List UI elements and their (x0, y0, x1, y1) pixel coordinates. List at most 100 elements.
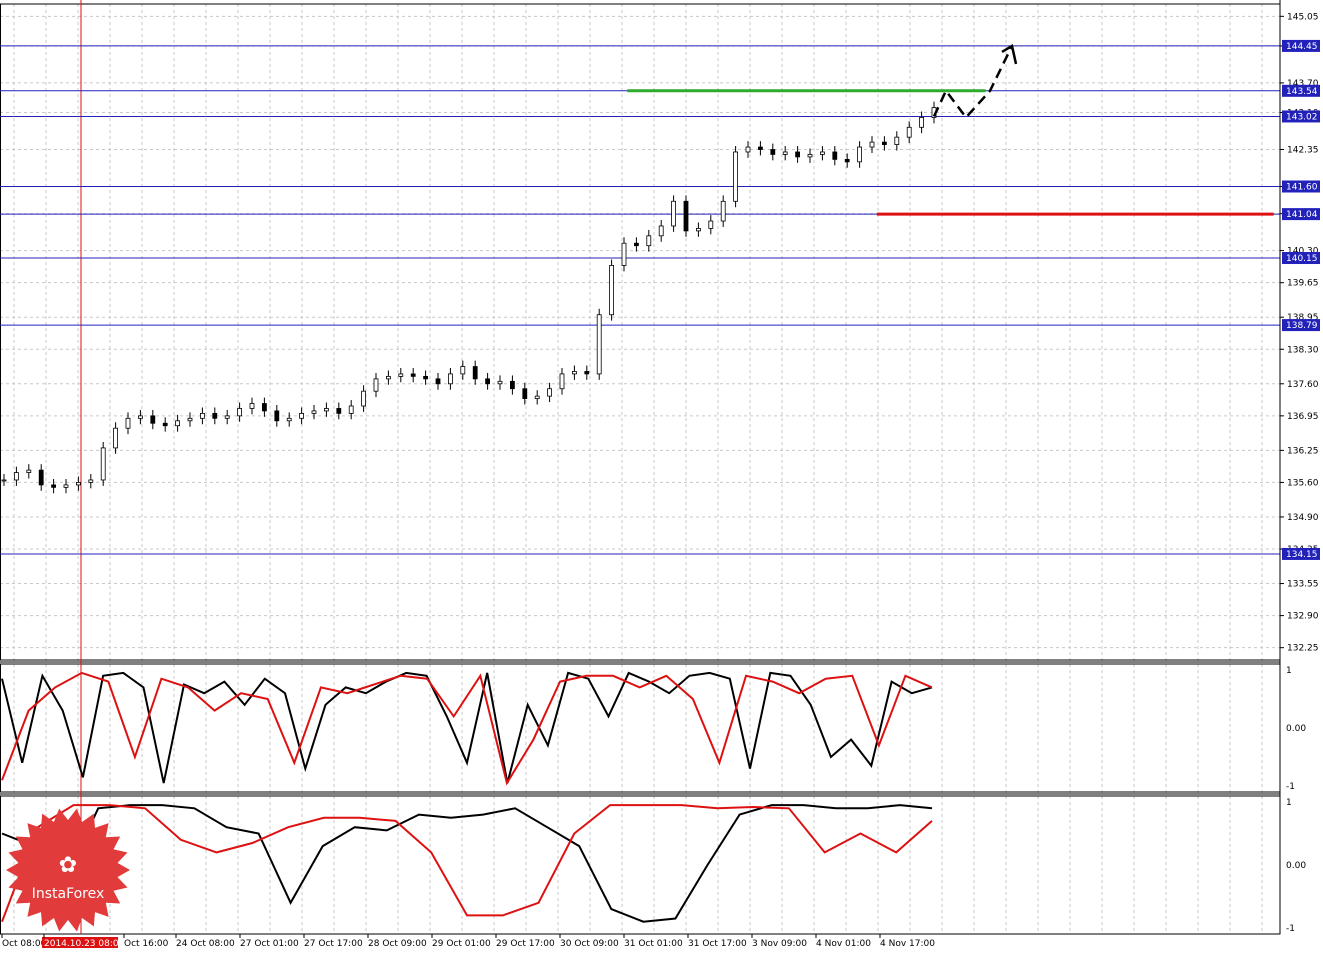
oscillator-tick: 0.00 (1286, 724, 1306, 734)
candle-body (894, 136, 900, 145)
oscillator-tick: -1 (1286, 924, 1295, 934)
candle-body (249, 403, 255, 409)
candle-body (857, 146, 862, 163)
forex-chart: 10.00-1 10.00-1 145.05144.45143.70143.10… (0, 0, 1323, 952)
candle-body (708, 220, 714, 229)
candle-body (522, 388, 528, 399)
candle-body (187, 417, 193, 422)
candle-body (795, 151, 800, 158)
candle-body (361, 390, 367, 407)
time-label: 28 Oct 09:00 (368, 939, 427, 949)
candle-body (720, 200, 726, 222)
time-label: 31 Oct 17:00 (688, 939, 747, 949)
candle-body (621, 242, 627, 266)
candle-body (906, 126, 912, 138)
price-tick-label: 142.35 (1287, 146, 1319, 156)
time-label: 27 Oct 01:00 (240, 939, 299, 949)
candle-body (447, 373, 453, 385)
candle-body (609, 265, 614, 316)
time-label: 2014.10.23 08:00 (44, 939, 125, 949)
level-price-label: 138.79 (1286, 321, 1318, 331)
candle-body (559, 373, 565, 390)
candle-body (584, 371, 590, 375)
price-tick-label: 132.90 (1287, 612, 1319, 622)
candle-body (745, 146, 751, 153)
candle-body (224, 415, 230, 419)
logo-glyph-icon: ✿ (59, 853, 77, 878)
candle-body (348, 405, 354, 414)
level-price-label: 141.04 (1286, 210, 1318, 220)
candle-body (373, 378, 379, 392)
candle-body (76, 482, 81, 486)
candle-body (199, 412, 205, 419)
time-label: 4 Nov 01:00 (816, 939, 871, 949)
candle-body (807, 154, 813, 158)
candle-body (336, 408, 342, 414)
level-price-label: 141.60 (1286, 182, 1318, 192)
candle-body (435, 378, 441, 385)
candle-body (88, 479, 94, 483)
candle-body (733, 151, 738, 202)
candle-body (237, 408, 243, 417)
candle-body (547, 388, 552, 397)
candle-body (782, 151, 788, 155)
candle-body (286, 417, 292, 422)
oscillator-tick: 0.00 (1286, 861, 1306, 871)
time-label: Oct 08:00 (2, 939, 47, 949)
candle-body (869, 141, 875, 148)
time-label: 24 Oct 08:00 (176, 939, 235, 949)
oscillator-tick: -1 (1286, 782, 1295, 792)
candle-body (596, 314, 602, 375)
candle-body (844, 158, 850, 163)
candle-body (919, 117, 924, 128)
price-tick-label: 132.25 (1287, 644, 1319, 654)
price-tick-label: 137.60 (1287, 380, 1319, 390)
price-tick-label: 134.90 (1287, 513, 1319, 523)
candle-body (137, 415, 143, 419)
level-price-label: 134.15 (1286, 550, 1318, 560)
candle-body (832, 151, 838, 160)
price-tick-label: 139.65 (1287, 279, 1319, 289)
candle-body (261, 403, 267, 412)
candle-body (100, 447, 106, 481)
price-tick-label: 136.95 (1287, 412, 1319, 422)
candle-body (671, 200, 676, 227)
level-price-label: 144.45 (1286, 42, 1318, 52)
price-tick-label: 136.25 (1287, 446, 1319, 456)
candle-body (125, 417, 131, 429)
candle-body (311, 410, 317, 414)
price-tick-label: 133.55 (1287, 580, 1319, 590)
candle-body (634, 242, 639, 247)
candle-body (1, 479, 7, 482)
time-label: 31 Oct 01:00 (624, 939, 683, 949)
time-label: 4 Nov 17:00 (880, 939, 935, 949)
time-label: 3 Nov 09:00 (752, 939, 807, 949)
time-label: 30 Oct 09:00 (560, 939, 619, 949)
time-label: 29 Oct 01:00 (432, 939, 491, 949)
candle-body (299, 412, 305, 419)
candle-body (485, 378, 491, 385)
candle-body (758, 146, 763, 150)
time-label: Oct 16:00 (124, 939, 169, 949)
candle-body (175, 420, 181, 427)
candle-body (385, 375, 391, 380)
oscillator-tick: 1 (1286, 666, 1292, 676)
candle-body (472, 366, 478, 380)
candle-body (423, 375, 429, 380)
candle-body (770, 149, 776, 155)
candle-body (658, 225, 664, 237)
level-price-label: 143.54 (1286, 87, 1318, 97)
candle-body (13, 472, 19, 481)
time-label: 29 Oct 17:00 (496, 939, 555, 949)
candle-body (212, 412, 218, 419)
level-price-label: 143.02 (1286, 112, 1318, 122)
candle-body (509, 380, 515, 390)
price-tick-label: 138.30 (1287, 345, 1319, 355)
price-tick-label: 145.05 (1287, 12, 1319, 22)
candle-body (323, 408, 329, 412)
candle-body (162, 422, 168, 427)
candle-body (497, 380, 503, 385)
candle-body (38, 469, 44, 486)
candle-body (683, 200, 689, 232)
candle-body (534, 395, 540, 399)
